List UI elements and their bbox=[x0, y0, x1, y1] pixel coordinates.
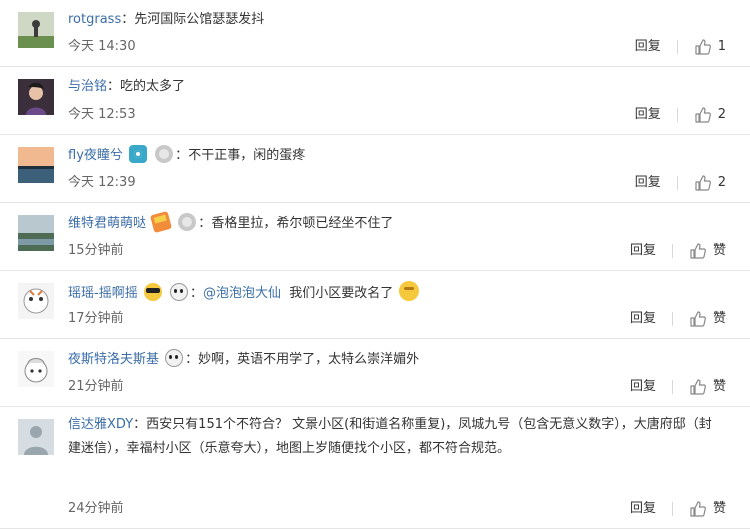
panda-emoji-icon bbox=[165, 349, 184, 367]
like-button[interactable]: 2 bbox=[694, 106, 726, 124]
comment-content: 夜斯特洛夫斯基 ：妙啊，英语不用学了，太特么崇洋媚外 bbox=[68, 349, 730, 370]
comment-content: 瑶瑶-摇啊摇 ：@泡泡泡大仙 我们小区要改名了 bbox=[68, 281, 730, 304]
reply-button[interactable]: 回复 bbox=[635, 38, 661, 56]
comment-time: 24分钟前 bbox=[68, 501, 124, 516]
divider bbox=[671, 380, 673, 394]
comment-content: 与治铭：吃的太多了 bbox=[68, 79, 186, 94]
like-count: 赞 bbox=[712, 311, 726, 326]
comment-item: 信达雅XDY：西安只有151个不符合？ 文景小区(和街道名称重复)，凤城九号（包… bbox=[0, 407, 750, 529]
reply-button[interactable]: 回复 bbox=[630, 242, 656, 260]
like-button[interactable]: 赞 bbox=[689, 242, 726, 260]
username-link[interactable]: 维特君萌萌哒 bbox=[68, 216, 146, 231]
comment-content: rotgrass：先河国际公馆瑟瑟发抖 bbox=[68, 12, 265, 27]
comment-actions: 回复 2 bbox=[635, 106, 726, 124]
comment-actions: 回复 赞 bbox=[630, 378, 726, 396]
thumbs-up-icon bbox=[690, 501, 706, 517]
comment-item: 瑶瑶-摇啊摇 ：@泡泡泡大仙 我们小区要改名了 17分钟前 回复 赞 bbox=[0, 271, 750, 339]
like-count: 2 bbox=[717, 175, 726, 190]
medal-badge-icon bbox=[178, 213, 197, 231]
comment-time: 今天 12:53 bbox=[68, 107, 136, 122]
thumbs-up-icon bbox=[695, 107, 711, 123]
thumbs-up-icon bbox=[690, 311, 706, 327]
medal-badge-icon bbox=[155, 145, 174, 163]
comment-text: 吃的太多了 bbox=[120, 79, 186, 94]
username-link[interactable]: fly夜瞳兮 bbox=[68, 148, 123, 163]
avatar[interactable] bbox=[18, 283, 54, 319]
username-link[interactable]: 瑶瑶-摇啊摇 bbox=[68, 286, 138, 301]
comment-time: 21分钟前 bbox=[68, 379, 124, 394]
comment-text: 不干正事，闲的蛋疼 bbox=[188, 148, 306, 163]
comment-text: 妙啊，英语不用学了，太特么崇洋媚外 bbox=[198, 352, 420, 367]
thinking-emoji-icon bbox=[399, 281, 420, 301]
comment-time: 17分钟前 bbox=[68, 311, 124, 326]
username-link[interactable]: rotgrass bbox=[68, 12, 121, 27]
avatar[interactable] bbox=[18, 351, 54, 387]
like-button[interactable]: 1 bbox=[694, 38, 726, 56]
like-button[interactable]: 赞 bbox=[689, 500, 726, 518]
like-count: 赞 bbox=[712, 501, 726, 516]
comment-time: 15分钟前 bbox=[68, 243, 124, 258]
comment-item: rotgrass：先河国际公馆瑟瑟发抖 今天 14:30 回复 1 bbox=[0, 0, 750, 67]
comment-text: 我们小区要改名了 bbox=[289, 286, 394, 301]
comment-actions: 回复 1 bbox=[635, 38, 726, 56]
avatar[interactable] bbox=[18, 12, 54, 48]
comment-item: 维特君萌萌哒 ：香格里拉，希尔顿已经坐不住了 15分钟前 回复 赞 bbox=[0, 203, 750, 271]
like-count: 赞 bbox=[712, 243, 726, 258]
comment-actions: 回复 赞 bbox=[630, 242, 726, 260]
divider bbox=[676, 176, 678, 190]
reply-button[interactable]: 回复 bbox=[630, 310, 656, 328]
reply-button[interactable]: 回复 bbox=[630, 378, 656, 396]
divider bbox=[676, 108, 678, 122]
comment-item: 与治铭：吃的太多了 今天 12:53 回复 2 bbox=[0, 67, 750, 135]
avatar[interactable] bbox=[18, 79, 54, 115]
comment-item: 夜斯特洛夫斯基 ：妙啊，英语不用学了，太特么崇洋媚外 21分钟前 回复 赞 bbox=[0, 339, 750, 407]
thumbs-up-icon bbox=[695, 39, 711, 55]
reply-button[interactable]: 回复 bbox=[635, 174, 661, 192]
comment-text: 香格里拉，希尔顿已经坐不住了 bbox=[211, 216, 394, 231]
divider bbox=[671, 312, 673, 326]
username-link[interactable]: 信达雅XDY bbox=[68, 417, 133, 432]
reply-button[interactable]: 回复 bbox=[635, 106, 661, 124]
reply-button[interactable]: 回复 bbox=[630, 500, 656, 518]
avatar[interactable] bbox=[18, 419, 54, 455]
camera-badge-icon bbox=[129, 145, 148, 163]
like-count: 2 bbox=[717, 107, 726, 122]
divider bbox=[676, 40, 678, 54]
like-count: 赞 bbox=[712, 379, 726, 394]
avatar[interactable] bbox=[18, 147, 54, 183]
like-button[interactable]: 赞 bbox=[689, 378, 726, 396]
panda-emoji-icon bbox=[169, 283, 188, 301]
comment-time: 今天 12:39 bbox=[68, 175, 136, 190]
thumbs-up-icon bbox=[690, 243, 706, 259]
thumbs-up-icon bbox=[695, 175, 711, 191]
comment-actions: 回复 赞 bbox=[630, 500, 726, 518]
like-button[interactable]: 2 bbox=[694, 174, 726, 192]
sunglasses-emoji-icon bbox=[143, 283, 162, 301]
flag-emoji-icon bbox=[150, 210, 173, 234]
like-count: 1 bbox=[717, 39, 726, 54]
comment-actions: 回复 赞 bbox=[630, 310, 726, 328]
comment-actions: 回复 2 bbox=[635, 174, 726, 192]
divider bbox=[671, 502, 673, 516]
mention-link[interactable]: @泡泡泡大仙 bbox=[203, 286, 281, 301]
comment-text: 先河国际公馆瑟瑟发抖 bbox=[134, 12, 265, 27]
avatar[interactable] bbox=[18, 215, 54, 251]
like-button[interactable]: 赞 bbox=[689, 310, 726, 328]
comment-content: 维特君萌萌哒 ：香格里拉，希尔顿已经坐不住了 bbox=[68, 210, 730, 234]
comment-item: fly夜瞳兮 ：不干正事，闲的蛋疼 今天 12:39 回复 2 bbox=[0, 135, 750, 203]
thumbs-up-icon bbox=[690, 379, 706, 395]
username-link[interactable]: 与治铭 bbox=[68, 79, 107, 94]
comment-time: 今天 14:30 bbox=[68, 39, 136, 54]
comment-content: fly夜瞳兮 ：不干正事，闲的蛋疼 bbox=[68, 145, 730, 166]
comment-content: 信达雅XDY：西安只有151个不符合？ 文景小区(和街道名称重复)，凤城九号（包… bbox=[68, 417, 712, 456]
comment-text: 西安只有151个不符合？ 文景小区(和街道名称重复)，凤城九号（包含无意义数字）… bbox=[68, 417, 712, 456]
divider bbox=[671, 244, 673, 258]
username-link[interactable]: 夜斯特洛夫斯基 bbox=[68, 352, 159, 367]
